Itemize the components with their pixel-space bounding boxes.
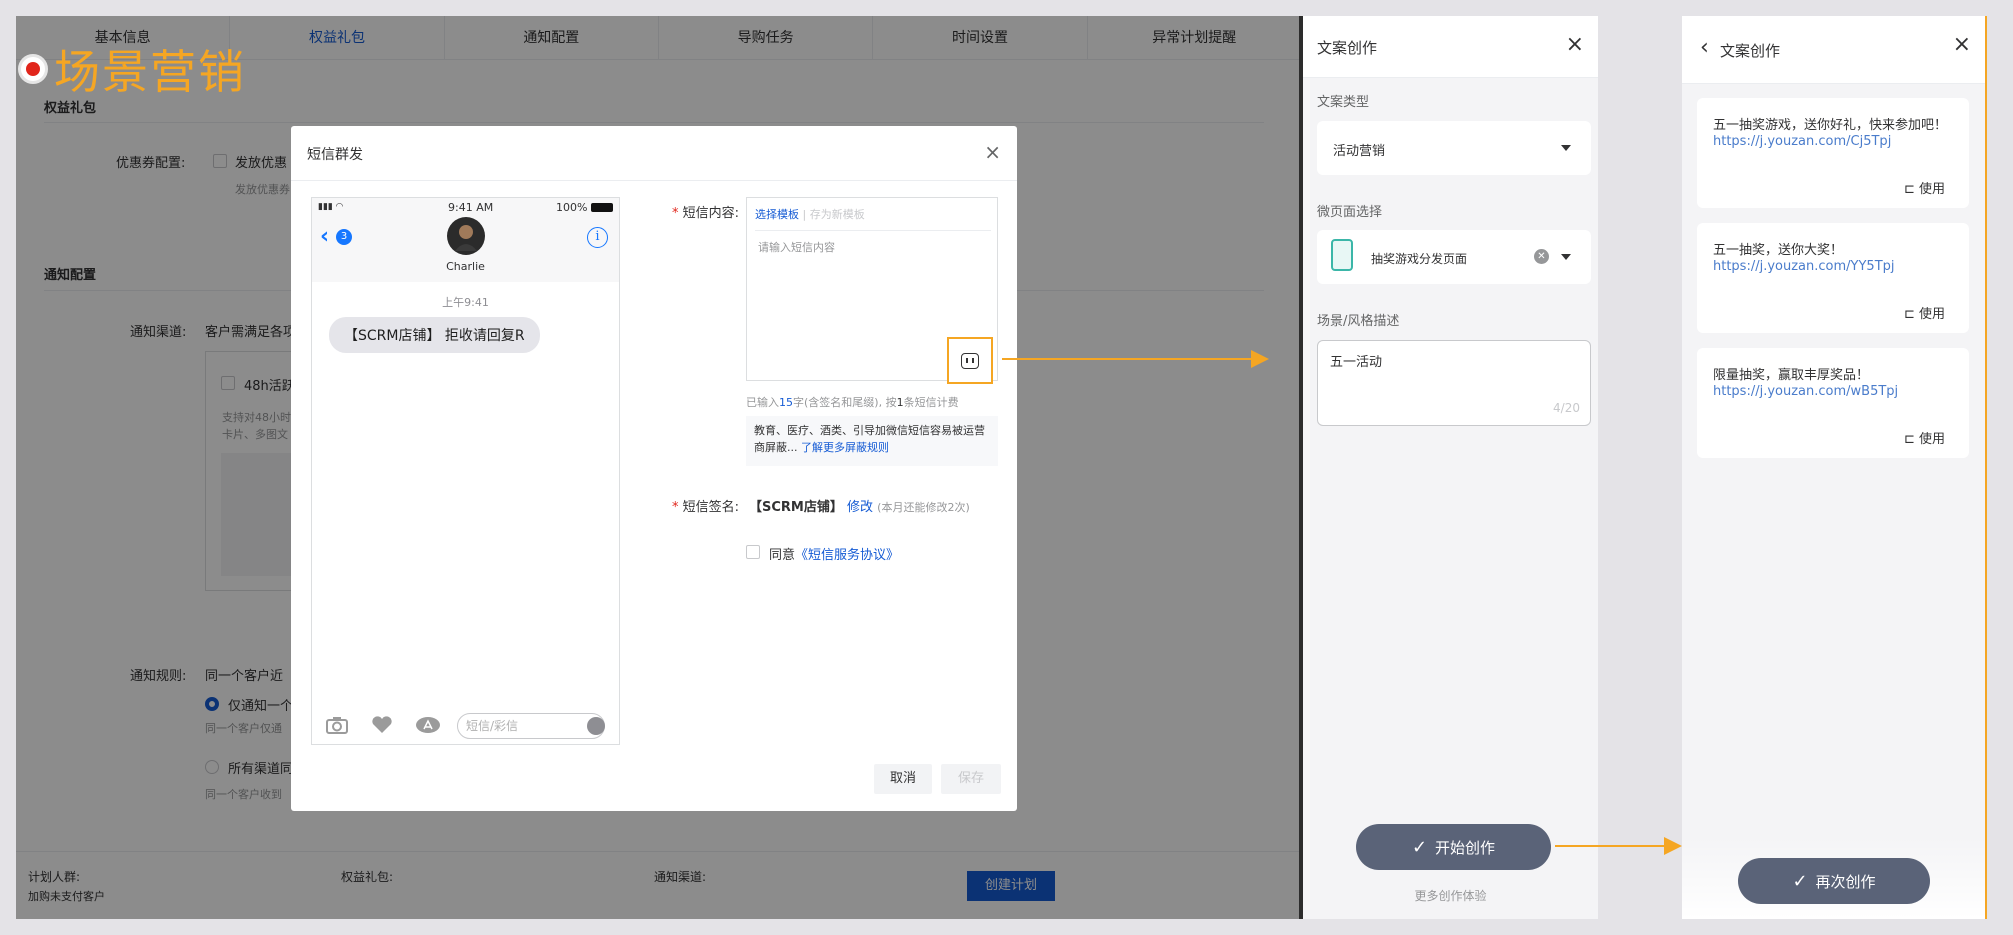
message-bubble: 【SCRM店铺】 拒收请回复R — [329, 317, 540, 353]
copywriting-result-panel: ‹ 文案创作 × 五一抽奖游戏，送你好礼，快来参加吧！ https://j.yo… — [1682, 16, 1987, 919]
desc-count: 4/20 — [1553, 401, 1580, 415]
phone-preview: ▮▮▮ ◠ 9:41 AM 100% ‹ 3 Charlie i 上午9:41 … — [311, 197, 620, 745]
panel-header: ‹ 文案创作 × — [1682, 16, 1985, 84]
block-notice: 教育、医疗、酒类、引导加微信短信容易被运营商屏蔽... 了解更多屏蔽规则 — [746, 416, 998, 466]
avatar — [447, 217, 485, 255]
phone-message-input: 短信/彩信 — [457, 713, 605, 739]
robot-icon — [961, 352, 979, 369]
type-value: 活动营销 — [1333, 144, 1386, 159]
sms-dialog: 短信群发 × ▮▮▮ ◠ 9:41 AM 100% ‹ 3 Charlie i … — [291, 126, 1017, 811]
divider — [755, 230, 991, 231]
char-counter: 已输入15字(含签名和尾缀), 按1条短信计费 — [746, 396, 959, 409]
sign-value: 【SCRM店铺】 — [749, 500, 843, 515]
mic-icon — [587, 717, 605, 735]
panel-title: 文案创作 — [1720, 42, 1781, 60]
brand-title: 场景营销 — [54, 45, 246, 99]
type-label: 文案类型 — [1317, 95, 1370, 110]
panel-title: 文案创作 — [1317, 39, 1378, 57]
chevron-down-icon — [1561, 145, 1571, 151]
use-icon: ⊏ — [1903, 307, 1919, 322]
result-card: 限量抽奖，赢取丰厚奖品！ https://j.youzan.com/wB5Tpj… — [1697, 348, 1969, 458]
ai-writer-button[interactable] — [947, 337, 993, 384]
page-value: 抽奖游戏分发页面 — [1371, 252, 1468, 266]
phone-input-bar: 短信/彩信 — [312, 708, 619, 744]
phone-header: ▮▮▮ ◠ 9:41 AM 100% ‹ 3 Charlie i — [312, 198, 619, 282]
app-store-icon — [415, 716, 440, 734]
result-url[interactable]: https://j.youzan.com/wB5Tpj — [1713, 384, 1898, 399]
mobile-page-icon — [1331, 239, 1353, 271]
result-text: 五一抽奖游戏，送你好礼，快来参加吧！ — [1713, 118, 1948, 133]
result-url[interactable]: https://j.youzan.com/Cj5Tpj — [1713, 134, 1891, 149]
signal-icon: ▮▮▮ ◠ — [318, 202, 343, 212]
pen-icon: ✓ — [1411, 836, 1428, 858]
template-tabs: 选择模板 | 存为新模板 — [755, 208, 865, 221]
panel-header: 文案创作 × — [1303, 16, 1598, 78]
page-label: 微页面选择 — [1317, 205, 1383, 220]
battery-level: 100% — [556, 201, 588, 214]
close-icon[interactable]: × — [1566, 32, 1584, 57]
page-select[interactable]: 抽奖游戏分发页面 ✕ — [1317, 230, 1591, 284]
type-select[interactable]: 活动营销 — [1317, 121, 1591, 175]
close-icon[interactable]: × — [1953, 32, 1971, 57]
result-card: 五一抽奖，送你大奖！ https://j.youzan.com/YY5Tpj ⊏… — [1697, 223, 1969, 333]
clear-icon[interactable]: ✕ — [1534, 249, 1549, 264]
cancel-button[interactable]: 取消 — [874, 764, 932, 794]
more-experience-link[interactable]: 更多创作体验 — [1303, 887, 1598, 904]
use-button[interactable]: ⊏ 使用 — [1904, 178, 1945, 197]
result-url[interactable]: https://j.youzan.com/YY5Tpj — [1713, 259, 1895, 274]
close-icon[interactable]: × — [984, 140, 1001, 164]
contact-name: Charlie — [446, 260, 485, 273]
select-template-link[interactable]: 选择模板 — [755, 208, 799, 221]
back-chevron-icon[interactable]: ‹ — [320, 224, 329, 249]
brand: 场景营销 — [18, 36, 246, 102]
sign-edit-link[interactable]: 修改 — [847, 500, 873, 515]
battery-icon: 100% — [556, 201, 613, 214]
use-button[interactable]: ⊏ 使用 — [1904, 303, 1945, 322]
dialog-title: 短信群发 — [307, 147, 363, 163]
back-chevron-icon[interactable]: ‹ — [1700, 35, 1709, 60]
sign-label: * 短信签名: — [672, 500, 740, 515]
desc-textarea[interactable]: 五一活动 4/20 — [1317, 340, 1591, 426]
service-agreement-link[interactable]: 《短信服务协议》 — [795, 548, 899, 563]
arrow-head-icon — [1251, 350, 1269, 368]
arrow-connector — [1555, 845, 1667, 847]
pen-icon: ✓ — [1792, 870, 1808, 892]
result-text: 限量抽奖，赢取丰厚奖品！ — [1713, 368, 1870, 383]
use-icon: ⊏ — [1903, 182, 1919, 197]
brand-logo-icon — [18, 54, 48, 84]
sign-value-row: 【SCRM店铺】 修改 (本月还能修改2次) — [749, 496, 970, 515]
block-rules-link[interactable]: 了解更多屏蔽规则 — [801, 441, 889, 454]
content-label: * 短信内容: — [672, 206, 740, 221]
use-icon: ⊏ — [1903, 432, 1919, 447]
chevron-down-icon — [1561, 254, 1571, 260]
arrow-connector — [1002, 358, 1254, 360]
copywriting-panel: 文案创作 × 文案类型 活动营销 微页面选择 抽奖游戏分发页面 ✕ 场景/风格描… — [1303, 16, 1598, 919]
desc-label: 场景/风格描述 — [1317, 314, 1400, 329]
desc-value: 五一活动 — [1330, 355, 1383, 370]
result-text: 五一抽奖，送你大奖！ — [1713, 243, 1844, 258]
unread-badge: 3 — [336, 229, 352, 245]
save-template-link[interactable]: 存为新模板 — [810, 208, 865, 221]
recreate-button[interactable]: ✓ 再次创作 — [1738, 858, 1930, 904]
dialog-header: 短信群发 × — [291, 126, 1017, 181]
arrow-head-icon — [1664, 837, 1682, 855]
agree-row: 同意《短信服务协议》 — [769, 548, 900, 563]
info-icon[interactable]: i — [587, 227, 608, 248]
agree-checkbox[interactable] — [746, 545, 760, 559]
phone-time: 9:41 AM — [448, 201, 494, 214]
message-timestamp: 上午9:41 — [442, 296, 489, 309]
sign-hint: (本月还能修改2次) — [877, 501, 970, 514]
result-card: 五一抽奖游戏，送你好礼，快来参加吧！ https://j.youzan.com/… — [1697, 98, 1969, 208]
start-create-button[interactable]: ✓ 开始创作 — [1356, 824, 1551, 870]
sms-content-placeholder: 请输入短信内容 — [758, 241, 835, 254]
camera-icon — [326, 716, 348, 734]
heart-icon — [371, 716, 393, 734]
save-button[interactable]: 保存 — [941, 764, 1001, 794]
use-button[interactable]: ⊏ 使用 — [1904, 428, 1945, 447]
